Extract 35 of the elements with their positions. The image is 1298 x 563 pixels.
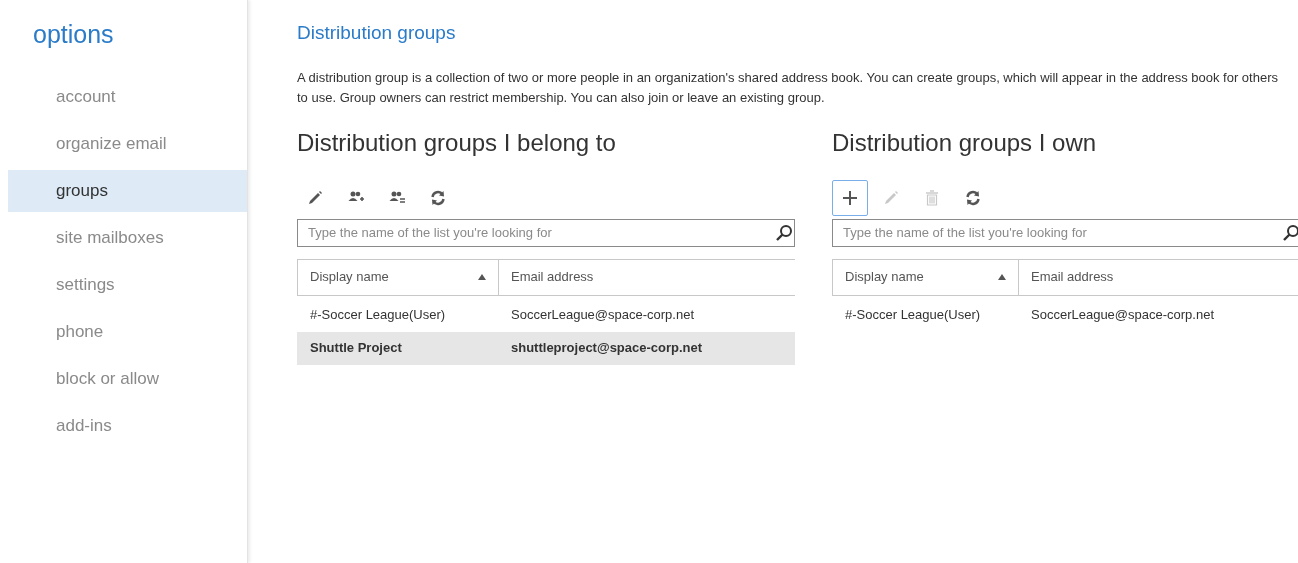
sidebar-title: options <box>33 19 115 50</box>
refresh-icon <box>429 188 447 207</box>
column-header[interactable]: Display name <box>298 259 499 295</box>
table-row[interactable]: #-Soccer League(User) SoccerLeague@space-corp.net <box>297 298 795 332</box>
section-heading: Distribution groups I own <box>832 127 1098 158</box>
table-row[interactable]: Shuttle Project shuttleproject@space-corp.net <box>297 331 795 365</box>
column-header[interactable]: Email address <box>1019 259 1298 295</box>
column-header[interactable]: Email address <box>499 259 795 295</box>
add-button[interactable] <box>832 179 868 216</box>
table-cell-text: SoccerLeague@space-corp.net <box>510 306 696 325</box>
table-cell-text: #-Soccer League(User) <box>844 306 982 325</box>
table-cell-text: Shuttle Project <box>309 339 403 358</box>
column-header[interactable]: Display name <box>833 259 1019 295</box>
search-field[interactable]: Type the name of the list you're looking for <box>832 218 1298 247</box>
description-text: A distribution group is a collection of two or more people in an organization's shared address book. You can create groups, which will appear in the address book for others to use. Group owners can restrict membership. You can also join or leave an existing group. <box>297 68 1279 107</box>
table-row[interactable]: #-Soccer League(User) SoccerLeague@space-corp.net <box>832 298 1298 332</box>
search-icon[interactable] <box>1282 223 1298 242</box>
search-field[interactable]: Type the name of the list you're looking for <box>297 218 795 247</box>
nav-item[interactable]: settings <box>8 263 247 306</box>
nav-item[interactable]: site mailboxes <box>8 216 247 259</box>
pencil-icon <box>306 188 324 207</box>
plus-icon <box>841 188 859 207</box>
pencil-icon <box>882 188 900 207</box>
page-title: Distribution groups <box>297 21 457 45</box>
table-cell-text: #-Soccer League(User) <box>309 306 447 325</box>
trash-icon <box>923 188 941 207</box>
table-cell-text: shuttleproject@space-corp.net <box>510 339 704 358</box>
search-icon[interactable] <box>775 223 793 242</box>
table-cell-text: SoccerLeague@space-corp.net <box>1030 306 1216 325</box>
nav-item[interactable]: groups <box>8 169 247 212</box>
nav-item[interactable]: add-ins <box>8 404 247 447</box>
refresh-icon <box>964 188 982 207</box>
nav-item[interactable]: phone <box>8 310 247 353</box>
section-heading: Distribution groups I belong to <box>297 127 617 158</box>
nav-item[interactable]: account <box>8 75 247 118</box>
